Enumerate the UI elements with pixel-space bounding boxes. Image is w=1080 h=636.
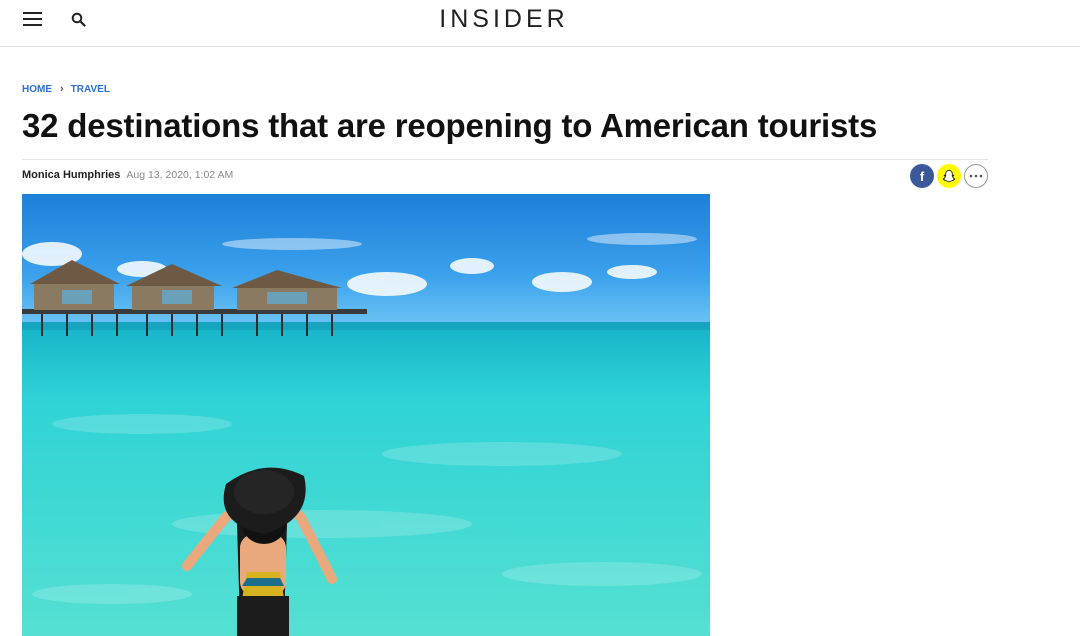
more-share-button[interactable]	[964, 164, 988, 188]
hero-image	[22, 194, 710, 636]
breadcrumb-home[interactable]: HOME	[22, 84, 52, 95]
author-name[interactable]: Monica Humphries	[22, 169, 120, 181]
breadcrumb-travel[interactable]: TRAVEL	[71, 84, 110, 95]
publish-date: Aug 13, 2020, 1:02 AM	[126, 169, 234, 181]
chevron-right-icon: ›	[60, 83, 64, 95]
article-title: 32 destinations that are reopening to Am…	[22, 107, 878, 144]
snapchat-icon	[942, 170, 956, 183]
breadcrumb: HOME › TRAVEL	[22, 83, 110, 95]
hamburger-menu-icon[interactable]	[23, 12, 42, 26]
snapchat-share-button[interactable]	[937, 164, 961, 188]
search-icon[interactable]	[71, 12, 86, 27]
facebook-icon: f	[919, 168, 925, 184]
facebook-share-button[interactable]: f	[910, 164, 934, 188]
site-logo[interactable]: INSIDER	[437, 5, 571, 33]
byline: Monica Humphries Aug 13, 2020, 1:02 AM	[22, 169, 233, 181]
top-navigation-bar: INSIDER	[0, 0, 1080, 47]
title-divider	[22, 159, 988, 160]
more-dots-icon	[969, 174, 983, 178]
